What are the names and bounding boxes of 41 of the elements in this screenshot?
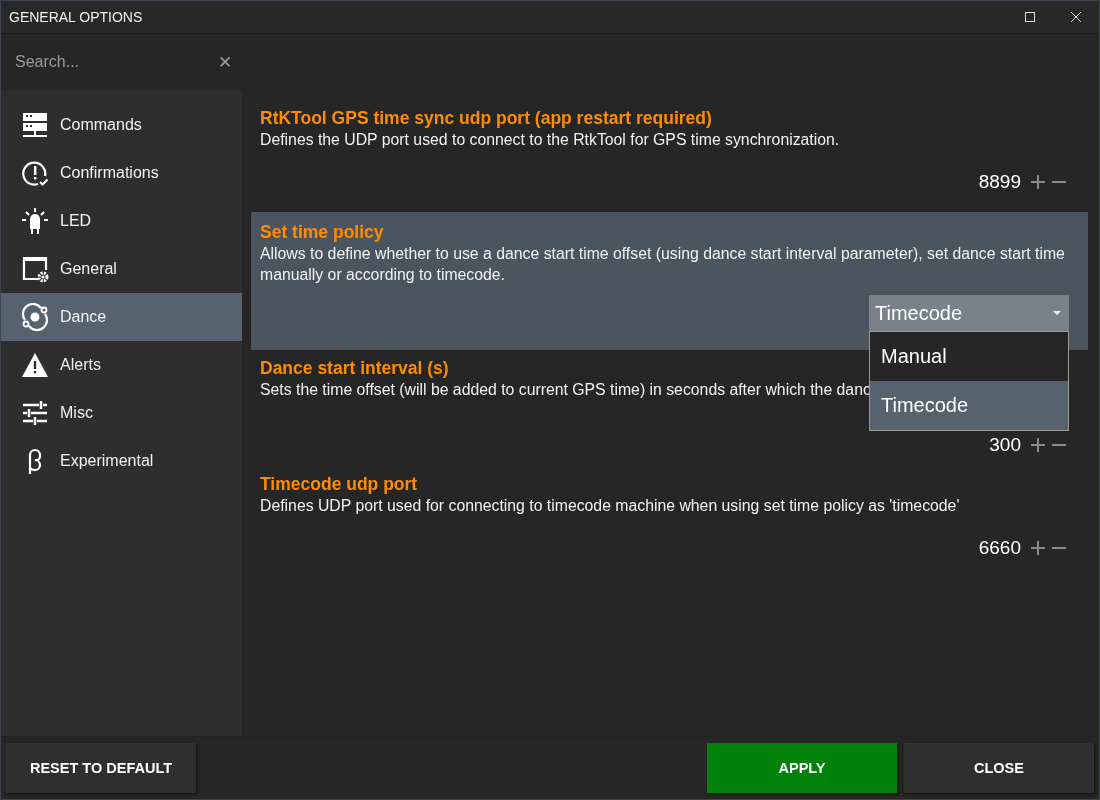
warning-icon — [21, 351, 49, 379]
window-gear-icon — [21, 255, 49, 283]
sidebar-item[interactable]: Misc — [1, 389, 242, 437]
dropdown-option[interactable]: Timecode — [870, 381, 1068, 430]
search-field[interactable]: Search... — [15, 53, 212, 71]
sidebar-item[interactable]: LED — [1, 197, 242, 245]
maximize-icon[interactable] — [1025, 12, 1035, 22]
caret-icon — [1053, 310, 1061, 316]
setting-title: Timecode udp port — [260, 473, 418, 495]
setting-description: Sets the time offset (will be added to current GPS time) in seconds after which the danc — [260, 380, 871, 400]
plus-icon[interactable] — [1030, 174, 1046, 190]
reset-button[interactable]: RESET TO DEFAULT — [6, 743, 196, 793]
dropdown-option[interactable]: Manual — [870, 332, 1068, 381]
alert-check-icon — [21, 159, 49, 187]
server-icon — [21, 111, 49, 139]
orbit-icon — [21, 303, 49, 331]
led-icon — [21, 207, 49, 235]
sidebar-item[interactable]: Dance — [1, 293, 242, 341]
sidebar-item[interactable]: Commands — [1, 101, 242, 149]
setting-description: Defines UDP port used for connecting to timecode machine when using set time policy as 'timecode' — [260, 496, 960, 516]
setting-title: Dance start interval (s) — [260, 357, 449, 379]
sidebar-item[interactable]: Confirmations — [1, 149, 242, 197]
close-icon[interactable] — [1071, 12, 1081, 22]
sidebar-item[interactable]: Alerts — [1, 341, 242, 389]
number-value: 300 — [989, 434, 1021, 456]
plus-icon[interactable] — [1030, 540, 1046, 556]
setting-description: Allows to define whether to use a dance start time offset (using dance start interval parameter), set dance start time manually or according to timecode. — [260, 244, 1066, 285]
plus-icon[interactable] — [1030, 437, 1046, 453]
sliders-icon — [21, 399, 49, 427]
number-value: 6660 — [978, 537, 1021, 559]
setting-description: Defines the UDP port used to connect to the RtkTool for GPS time synchronization. — [260, 130, 840, 150]
clear-button[interactable]: ✕ — [212, 51, 238, 73]
sidebar-item[interactable]: General — [1, 245, 242, 293]
apply-button[interactable]: APPLY — [707, 743, 897, 793]
setting-title: Set time policy — [260, 221, 384, 243]
dropdown[interactable]: Timecode — [869, 295, 1069, 331]
sidebar-item[interactable]: Experimental — [1, 437, 242, 485]
window-title: GENERAL OPTIONS — [8, 9, 143, 25]
number-value: 8899 — [978, 171, 1021, 193]
close-button[interactable]: CLOSE — [904, 743, 1094, 793]
setting-title: RtKTool GPS time sync udp port (app restart required) — [260, 107, 712, 129]
